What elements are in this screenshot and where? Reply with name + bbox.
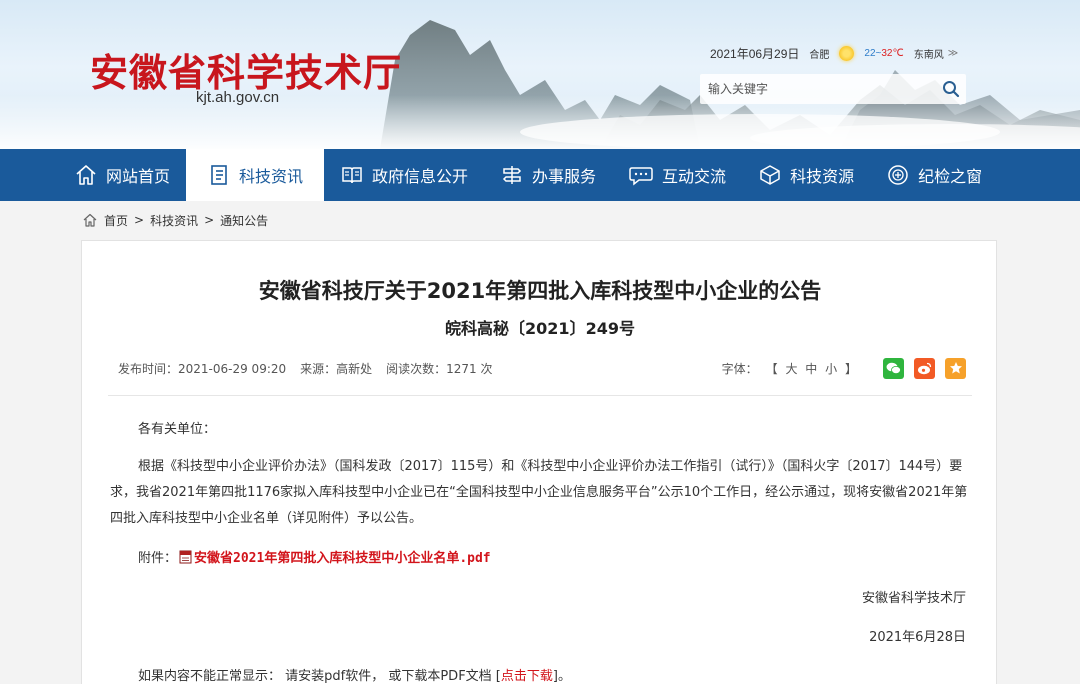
font-size-small[interactable]: 小 xyxy=(825,362,837,376)
search-input[interactable] xyxy=(700,74,936,104)
nav-item-label: 科技资讯 xyxy=(239,167,304,186)
nav-item-gov-info[interactable]: 政府信息公开 xyxy=(324,149,484,201)
attachment-link[interactable]: 安徽省2021年第四批入库科技型中小企业名单.pdf xyxy=(194,547,491,566)
pdf-notice-suffix: ]。 xyxy=(552,669,571,684)
nav-item-label: 办事服务 xyxy=(532,167,597,186)
attachment-label: 附件： xyxy=(138,551,178,566)
wechat-icon xyxy=(886,362,901,374)
breadcrumb-separator: > xyxy=(204,213,215,227)
pdf-file-icon xyxy=(179,550,192,563)
main-navigation: 网站首页 科技资讯 政府信息公开 办事服务 互动交流 科技资源 纪检之窗 xyxy=(0,149,1080,201)
search-button[interactable] xyxy=(936,74,966,104)
attachment-row: 附件： 安徽省2021年第四批入库科技型中小企业名单.pdf xyxy=(138,547,491,566)
font-size-control: 【 大 中 小 】 xyxy=(764,360,859,377)
book-icon xyxy=(342,167,362,184)
nav-item-discipline[interactable]: 纪检之窗 xyxy=(870,149,998,201)
favorite-button[interactable] xyxy=(945,357,966,379)
article-panel: 安徽省科技厅关于2021年第四批入库科技型中小企业的公告 皖科高秘〔2021〕2… xyxy=(81,240,997,684)
weather-wind: 东南风 xyxy=(913,49,944,61)
home-icon xyxy=(83,213,97,227)
temp-high: 32℃ xyxy=(881,47,904,59)
article-paragraph: 根据《科技型中小企业评价办法》（国科发政〔2017〕115号）和《科技型中小企业… xyxy=(110,459,968,526)
weibo-icon xyxy=(918,362,932,374)
breadcrumb-notices[interactable]: 通知公告 xyxy=(220,212,268,229)
chat-icon xyxy=(629,167,653,186)
download-link[interactable]: 点击下载 xyxy=(501,669,553,684)
nav-item-resources[interactable]: 科技资源 xyxy=(742,149,870,201)
font-size-label: 字体： xyxy=(721,361,758,376)
sun-icon xyxy=(839,45,855,61)
breadcrumb-home[interactable]: 首页 xyxy=(104,212,128,229)
breadcrumb-separator: > xyxy=(134,213,145,227)
font-size-medium[interactable]: 中 xyxy=(805,362,817,376)
weather-city: 合肥 xyxy=(809,49,830,61)
nav-item-label: 纪检之窗 xyxy=(918,167,983,186)
breadcrumb: 首页 > 科技资讯 > 通知公告 xyxy=(82,212,268,228)
article-title: 安徽省科技厅关于2021年第四批入库科技型中小企业的公告 xyxy=(258,279,822,303)
search-box xyxy=(700,74,966,104)
star-icon xyxy=(949,362,962,374)
nav-item-tech-news[interactable]: 科技资讯 xyxy=(186,149,325,201)
header-banner: 安徽省科学技术厅 kjt.ah.gov.cn 2021年06月29日 合肥 22… xyxy=(0,0,1080,149)
nav-item-label: 互动交流 xyxy=(662,167,727,186)
search-icon xyxy=(943,81,960,98)
article-source: 来源：高新处 xyxy=(300,361,373,376)
nav-item-label: 政府信息公开 xyxy=(372,167,469,186)
breadcrumb-tech-news[interactable]: 科技资讯 xyxy=(150,212,198,229)
site-domain: kjt.ah.gov.cn xyxy=(196,89,280,106)
article-meta: 发布时间：2021-06-29 09:20 来源：高新处 阅读次数：1271 次… xyxy=(118,355,966,381)
article-sign-date: 2021年6月28日 xyxy=(869,630,966,645)
article-document-number: 皖科高秘〔2021〕249号 xyxy=(445,319,635,338)
nav-item-label: 网站首页 xyxy=(106,167,171,186)
document-icon xyxy=(211,165,227,185)
font-bracket-close: 】 xyxy=(844,361,857,376)
share-wechat-button[interactable] xyxy=(883,357,904,379)
font-size-large[interactable]: 大 xyxy=(785,362,797,376)
temp-low: 22~ xyxy=(864,47,882,59)
share-weibo-button[interactable] xyxy=(914,357,935,379)
meta-divider xyxy=(108,395,972,396)
article-salutation: 各有关单位： xyxy=(138,422,217,437)
publish-time: 发布时间：2021-06-29 09:20 xyxy=(118,361,287,376)
current-date: 2021年06月29日 xyxy=(710,46,800,61)
home-icon xyxy=(76,165,96,185)
service-icon xyxy=(502,166,522,184)
weather-bar: 2021年06月29日 合肥 22~32℃ 东南风 ≫ xyxy=(710,45,958,61)
nav-item-label: 科技资源 xyxy=(790,167,855,186)
font-bracket-open: 【 xyxy=(765,361,778,376)
view-count: 阅读次数：1271 次 xyxy=(386,361,493,376)
shield-icon xyxy=(888,165,908,185)
article-signature: 安徽省科学技术厅 xyxy=(861,591,966,606)
pdf-notice-prefix: 如果内容不能正常显示： 请安装pdf软件， 或下载本PDF文档 [ xyxy=(138,669,501,684)
double-chevron-icon: ≫ xyxy=(947,47,959,59)
pdf-notice: 如果内容不能正常显示： 请安装pdf软件， 或下载本PDF文档 [点击下载]。 xyxy=(138,665,571,684)
nav-item-interaction[interactable]: 互动交流 xyxy=(612,149,742,201)
nav-item-services[interactable]: 办事服务 xyxy=(484,149,612,201)
nav-item-home[interactable]: 网站首页 xyxy=(58,149,186,201)
cube-icon xyxy=(760,165,780,185)
weather-temperature: 22~32℃ xyxy=(864,48,903,59)
